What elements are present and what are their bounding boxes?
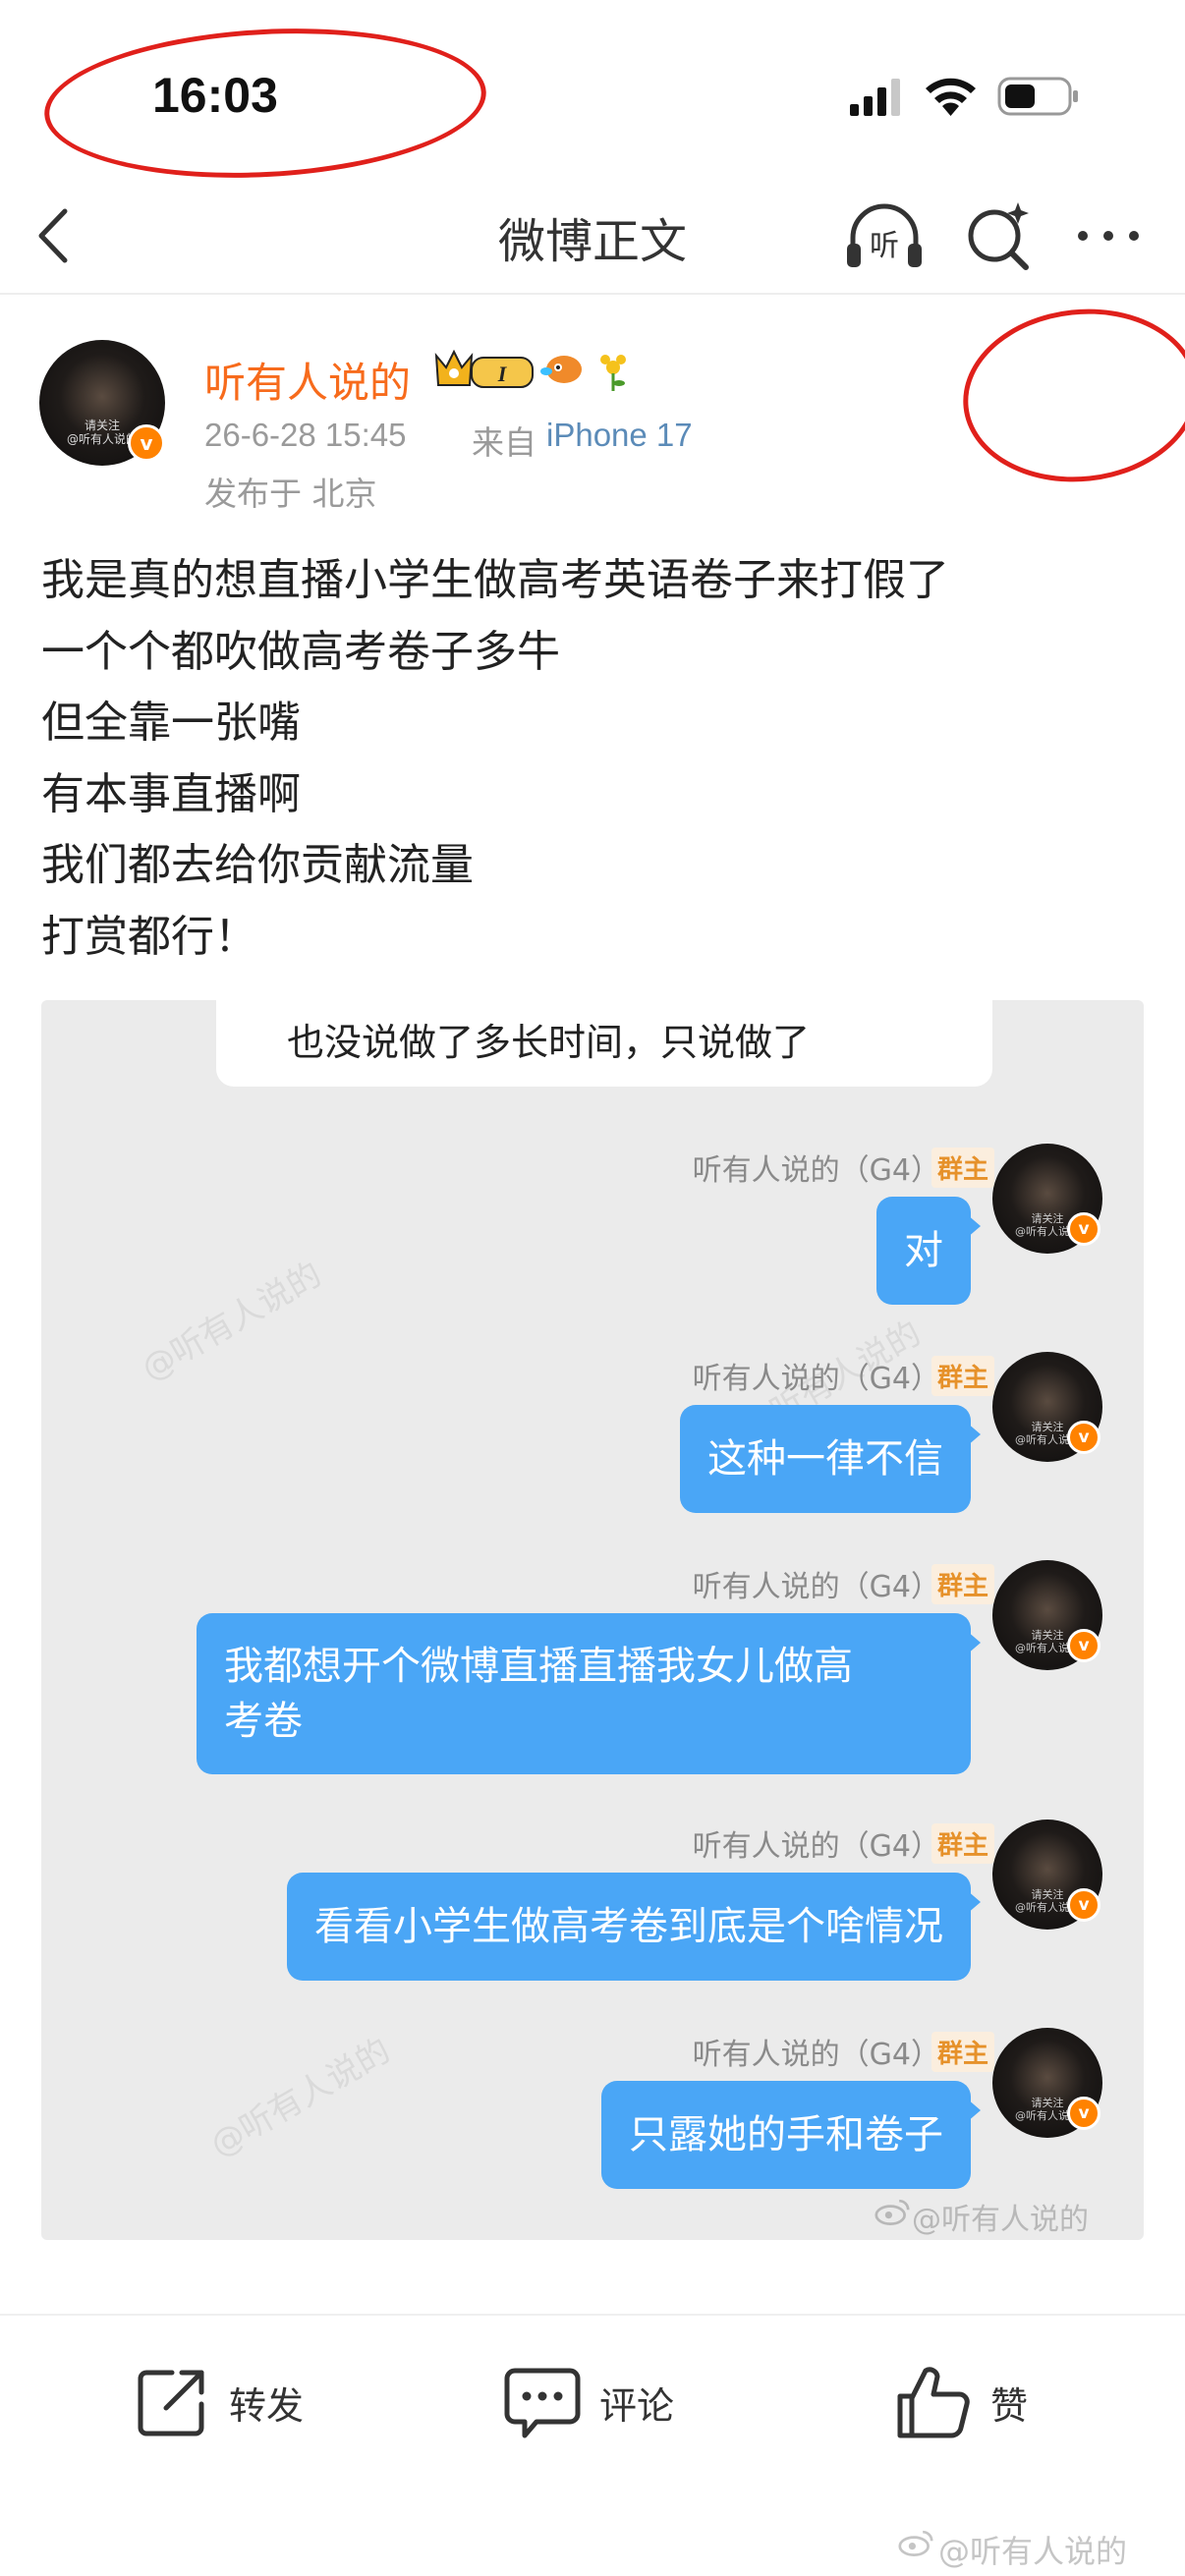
chat-sender-name: 听有人说的（G4） bbox=[692, 1362, 940, 1396]
image-watermark: @听有人说的 bbox=[203, 2031, 398, 2165]
bubble-tail bbox=[967, 1890, 981, 1914]
verified-badge-icon: v bbox=[128, 424, 165, 462]
red-annotation-circle bbox=[40, 18, 490, 189]
bubble-tail bbox=[967, 1423, 981, 1446]
post-image[interactable]: @听有人说的 @听有人说的 @听有人说的 @听有人说的 也没说做了多长时间，只说… bbox=[41, 1000, 1144, 2240]
battery-icon bbox=[997, 77, 1078, 116]
image-credit: @听有人说的 bbox=[912, 2203, 1089, 2237]
footer-watermark: @听有人说的 bbox=[938, 2533, 1128, 2570]
badge-level: I bbox=[497, 362, 508, 386]
post-timestamp: 26-6-28 15:45 bbox=[204, 417, 407, 453]
bubble-tail bbox=[967, 1631, 981, 1654]
author-name[interactable]: 听有人说的 bbox=[204, 350, 411, 410]
post-location: 发布于 北京 bbox=[204, 475, 377, 513]
chat-message-text: 看看小学生做高考卷到底是个啥情况 bbox=[314, 1904, 943, 1949]
chat-sender-name: 听有人说的（G4） bbox=[692, 1570, 940, 1604]
verified-badge-icon: v bbox=[1067, 1629, 1100, 1662]
chat-bubble-self: 只露她的手和卷子 bbox=[601, 2081, 971, 2189]
signal-icon bbox=[850, 79, 900, 116]
chat-sender-name: 听有人说的（G4） bbox=[692, 1829, 940, 1864]
chat-sender-name: 听有人说的（G4） bbox=[692, 2038, 940, 2072]
like-label: 赞 bbox=[990, 2383, 1029, 2428]
bubble-tail bbox=[967, 2099, 981, 2122]
comment-button[interactable]: 评论 bbox=[503, 2363, 674, 2441]
chat-message-text: 对 bbox=[904, 1228, 943, 1273]
verified-badge-icon: v bbox=[1067, 1888, 1100, 1922]
status-bar: 16:03 bbox=[0, 0, 1185, 189]
chat-message-text: 也没说做了多长时间，只说做了 bbox=[287, 1021, 811, 1064]
comment-icon bbox=[504, 2368, 581, 2438]
chat-bubble-self: 这种一律不信 bbox=[680, 1405, 971, 1513]
repost-icon bbox=[138, 2370, 204, 2436]
post-line: 一个个都吹做高考卷子多牛 bbox=[41, 626, 560, 677]
ai-search-icon[interactable] bbox=[963, 198, 1034, 273]
chat-bubble-other: 也没说做了多长时间，只说做了 bbox=[216, 1000, 992, 1087]
weibo-logo-icon bbox=[898, 2530, 933, 2556]
post-line: 但全靠一张嘴 bbox=[41, 698, 301, 749]
listen-icon[interactable]: 听 bbox=[843, 198, 926, 273]
like-button[interactable]: 赞 bbox=[894, 2363, 1028, 2441]
post-line: 我们都去给你贡献流量 bbox=[41, 840, 474, 891]
verified-badge-icon: v bbox=[1067, 2097, 1100, 2130]
post-line: 有本事直播啊 bbox=[41, 768, 301, 819]
post-line: 我是真的想直播小学生做高考英语卷子来打假了 bbox=[41, 555, 949, 605]
image-watermark: @听有人说的 bbox=[135, 1255, 329, 1389]
repost-label: 转发 bbox=[229, 2383, 305, 2428]
thumbs-up-icon bbox=[897, 2367, 970, 2438]
post-device: iPhone 17 bbox=[546, 417, 693, 453]
bubble-tail bbox=[967, 1214, 981, 1238]
chat-message-text: 这种一律不信 bbox=[707, 1436, 943, 1482]
red-annotation-circle bbox=[954, 297, 1185, 494]
chat-message-text: 我都想开个微博直播直播我女儿做高 bbox=[224, 1644, 853, 1689]
chat-message-text: 只露她的手和卷子 bbox=[629, 2112, 943, 2157]
verified-badge-icon: v bbox=[1067, 1212, 1100, 1246]
group-owner-badge: 群主 bbox=[931, 2032, 994, 2072]
post-body: 我是真的想直播小学生做高考英语卷子来打假了 一个个都吹做高考卷子多牛 但全靠一张… bbox=[41, 545, 1152, 974]
comment-label: 评论 bbox=[599, 2383, 675, 2428]
member-badges-icon: I bbox=[434, 349, 626, 391]
chat-bubble-self: 看看小学生做高考卷到底是个啥情况 bbox=[287, 1873, 971, 1981]
post-source-label: 来自 bbox=[472, 423, 536, 462]
wifi-icon bbox=[926, 78, 976, 116]
repost-button[interactable]: 转发 bbox=[133, 2363, 304, 2441]
toolbar-divider bbox=[0, 2314, 1185, 2316]
chat-sender-name: 听有人说的（G4） bbox=[692, 1153, 940, 1188]
weibo-logo-icon bbox=[875, 2199, 910, 2225]
group-owner-badge: 群主 bbox=[931, 1356, 994, 1396]
group-owner-badge: 群主 bbox=[931, 1148, 994, 1188]
chat-bubble-self: 对 bbox=[876, 1197, 971, 1305]
more-icon[interactable] bbox=[1073, 218, 1144, 253]
group-owner-badge: 群主 bbox=[931, 1823, 994, 1864]
group-owner-badge: 群主 bbox=[931, 1564, 994, 1604]
chat-message-text: 考卷 bbox=[224, 1699, 303, 1744]
post-line: 打赏都行！ bbox=[41, 911, 257, 962]
listen-glyph: 听 bbox=[870, 229, 899, 263]
nav-bar: 微博正文 听 bbox=[0, 177, 1185, 295]
chat-bubble-self: 我都想开个微博直播直播我女儿做高 考卷 bbox=[197, 1613, 971, 1774]
verified-badge-icon: v bbox=[1067, 1421, 1100, 1454]
